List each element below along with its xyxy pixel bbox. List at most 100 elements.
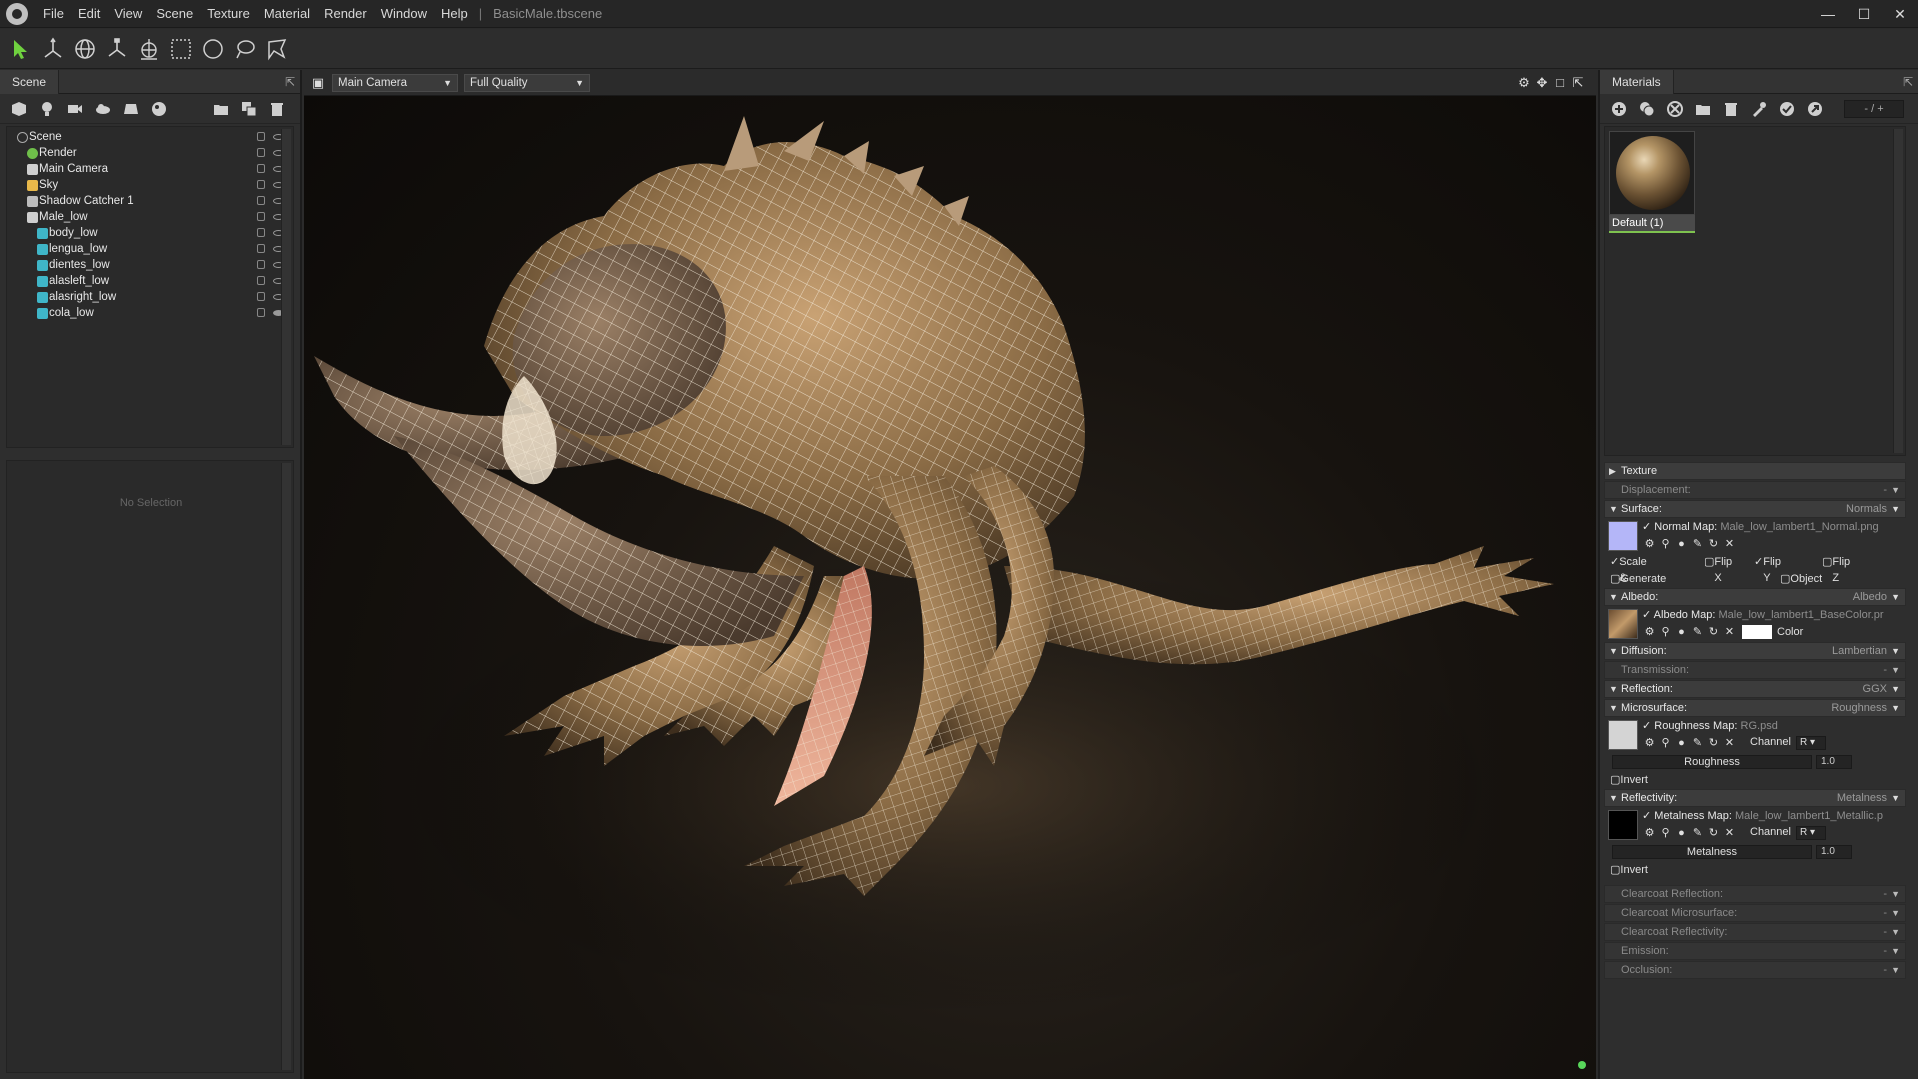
trash-icon[interactable] — [1720, 98, 1742, 120]
tree-row-shadow-catcher[interactable]: Shadow Catcher 1 — [7, 193, 293, 209]
roughness-map-swatch[interactable] — [1608, 720, 1638, 750]
tab-materials[interactable]: Materials — [1600, 69, 1674, 94]
add-shadow-catcher-icon[interactable] — [120, 98, 142, 120]
metalness-map-swatch[interactable] — [1608, 810, 1638, 840]
section-clearcoat-reflectivity[interactable]: Clearcoat Reflectivity: - ▼ — [1604, 923, 1906, 941]
normal-map-swatch[interactable] — [1608, 521, 1638, 551]
reload-icon[interactable]: ↻ — [1706, 826, 1721, 840]
object-space-checkbox[interactable]: ▢ Object Space — [1780, 571, 1822, 601]
picker-icon[interactable]: ● — [1674, 736, 1689, 750]
minimize-button[interactable]: — — [1810, 0, 1846, 28]
albedo-map-swatch[interactable] — [1608, 609, 1638, 639]
world-axis-icon[interactable] — [134, 34, 164, 64]
section-clearcoat-microsurface[interactable]: Clearcoat Microsurface: - ▼ — [1604, 904, 1906, 922]
section-reflection[interactable]: ▼ Reflection: GGX ▼ — [1604, 680, 1906, 698]
generate-z-checkbox[interactable]: ▢ Generate Z — [1610, 571, 1666, 601]
camera-icon[interactable]: ▣ — [310, 75, 326, 91]
folder-icon[interactable] — [210, 98, 232, 120]
add-light-icon[interactable] — [36, 98, 58, 120]
scene-tree-scrollbar[interactable] — [281, 129, 291, 445]
tree-row-body-low[interactable]: body_low — [7, 225, 293, 241]
material-thumbnail-label[interactable]: Default (1) — [1609, 215, 1695, 233]
camera-dropdown[interactable]: Main Camera ▼ — [332, 74, 458, 92]
menu-scene[interactable]: Scene — [149, 6, 200, 21]
duplicate-material-icon[interactable] — [1636, 98, 1658, 120]
flip-z-checkbox[interactable]: ▢ Flip Z — [1822, 554, 1850, 584]
menu-material[interactable]: Material — [257, 6, 317, 21]
tree-row-sky[interactable]: Sky — [7, 177, 293, 193]
section-transmission[interactable]: Transmission: - ▼ — [1604, 661, 1906, 679]
properties-scrollbar[interactable] — [281, 463, 291, 1070]
search-icon[interactable]: ⚲ — [1658, 826, 1673, 840]
albedo-map-file[interactable]: Male_low_lambert1_BaseColor.pr — [1719, 609, 1884, 621]
add-texture-icon[interactable] — [148, 98, 170, 120]
tree-row-alasleft-low[interactable]: alasleft_low — [7, 273, 293, 289]
albedo-color-swatch[interactable] — [1742, 625, 1772, 639]
close-icon[interactable]: ✕ — [1722, 537, 1737, 551]
lock-icon[interactable] — [257, 292, 265, 301]
settings-icon[interactable]: ⚙ — [1516, 75, 1532, 91]
close-icon[interactable]: ✕ — [1722, 826, 1737, 840]
lasso-icon[interactable] — [230, 34, 260, 64]
menu-file[interactable]: File — [36, 6, 71, 21]
material-counter[interactable]: - / + — [1844, 99, 1904, 118]
normal-map-file[interactable]: Male_low_lambert1_Normal.png — [1720, 521, 1878, 533]
import-icon[interactable] — [1664, 98, 1686, 120]
select-arrow-icon[interactable] — [6, 34, 36, 64]
scale-icon[interactable] — [102, 34, 132, 64]
add-sky-icon[interactable] — [92, 98, 114, 120]
gear-icon[interactable]: ⚙ — [1642, 736, 1657, 750]
menu-view[interactable]: View — [107, 6, 149, 21]
menu-render[interactable]: Render — [317, 6, 374, 21]
lock-icon[interactable] — [257, 276, 265, 285]
lock-icon[interactable] — [257, 308, 265, 317]
picker-icon[interactable]: ● — [1674, 625, 1689, 639]
roughness-slider-bar[interactable]: Roughness — [1612, 755, 1812, 769]
reload-icon[interactable]: ↻ — [1706, 537, 1721, 551]
popout-icon[interactable]: ⇱ — [280, 75, 300, 89]
flip-y-checkbox[interactable]: ✓ Flip Y — [1754, 554, 1781, 584]
section-displacement[interactable]: Displacement: - ▼ — [1604, 481, 1906, 499]
new-material-icon[interactable] — [1608, 98, 1630, 120]
section-microsurface[interactable]: ▼ Microsurface: Roughness ▼ — [1604, 699, 1906, 717]
close-icon[interactable]: ✕ — [1722, 736, 1737, 750]
menu-window[interactable]: Window — [374, 6, 434, 21]
lock-icon[interactable] — [257, 260, 265, 269]
frame-icon[interactable]: □ — [1552, 75, 1568, 91]
section-reflectivity[interactable]: ▼ Reflectivity: Metalness ▼ — [1604, 789, 1906, 807]
menu-texture[interactable]: Texture — [200, 6, 257, 21]
popout-icon[interactable]: ⇱ — [1898, 75, 1918, 89]
section-surface[interactable]: ▼ Surface: Normals ▼ — [1604, 500, 1906, 518]
duplicate-icon[interactable] — [238, 98, 260, 120]
channel-dropdown[interactable]: R ▾ — [1796, 736, 1826, 750]
tree-row-render[interactable]: Render — [7, 145, 293, 161]
section-clearcoat-reflection[interactable]: Clearcoat Reflection: - ▼ — [1604, 885, 1906, 903]
viewport[interactable]: ▣ Main Camera ▼ Full Quality ▼ ⚙ ✥ □ ⇱ — [304, 70, 1596, 1079]
metalness-map-file[interactable]: Male_low_lambert1_Metallic.p — [1735, 810, 1883, 822]
menu-help[interactable]: Help — [434, 6, 475, 21]
close-icon[interactable]: ✕ — [1722, 625, 1737, 639]
reload-icon[interactable]: ↻ — [1706, 625, 1721, 639]
add-camera-icon[interactable] — [64, 98, 86, 120]
edit-icon[interactable]: ✎ — [1690, 625, 1705, 639]
tree-row-scene[interactable]: Scene — [7, 129, 293, 145]
export-icon[interactable] — [1804, 98, 1826, 120]
picker-icon[interactable] — [1748, 98, 1770, 120]
apply-icon[interactable] — [1776, 98, 1798, 120]
close-button[interactable]: ✕ — [1882, 0, 1918, 28]
gear-icon[interactable]: ⚙ — [1642, 537, 1657, 551]
tab-scene[interactable]: Scene — [0, 69, 60, 94]
section-albedo[interactable]: ▼ Albedo: Albedo ▼ — [1604, 588, 1906, 606]
metalness-slider[interactable]: Metalness 1.0 — [1604, 843, 1906, 861]
roughness-value-field[interactable]: 1.0 — [1816, 755, 1852, 769]
popout-icon[interactable]: ⇱ — [1570, 75, 1586, 91]
translate-icon[interactable] — [38, 34, 68, 64]
edit-icon[interactable]: ✎ — [1690, 736, 1705, 750]
lock-icon[interactable] — [257, 164, 265, 173]
trash-icon[interactable] — [266, 98, 288, 120]
move-view-icon[interactable]: ✥ — [1534, 75, 1550, 91]
picker-icon[interactable]: ● — [1674, 826, 1689, 840]
lock-icon[interactable] — [257, 196, 265, 205]
folder-icon[interactable] — [1692, 98, 1714, 120]
tree-row-main-camera[interactable]: Main Camera — [7, 161, 293, 177]
